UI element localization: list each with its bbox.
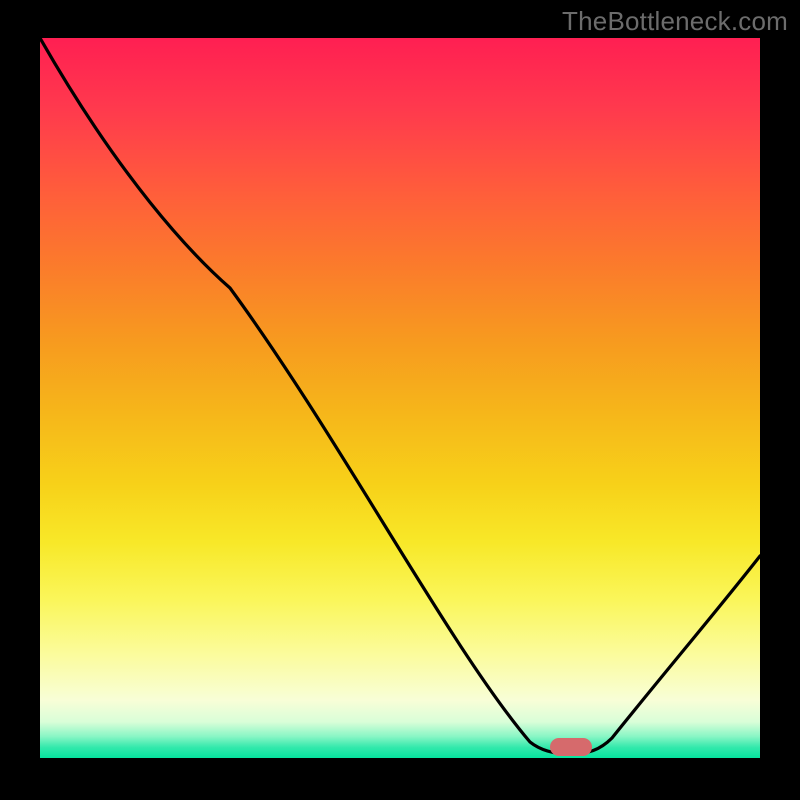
optimum-marker — [550, 738, 592, 756]
chart-stage: TheBottleneck.com — [0, 0, 800, 800]
bottleneck-curve — [40, 38, 760, 758]
watermark-text: TheBottleneck.com — [562, 6, 788, 37]
axis-bottom — [34, 758, 766, 764]
plot-area — [40, 38, 760, 758]
curve-path — [40, 38, 760, 754]
axis-left — [34, 32, 40, 766]
axis-right — [760, 32, 766, 766]
